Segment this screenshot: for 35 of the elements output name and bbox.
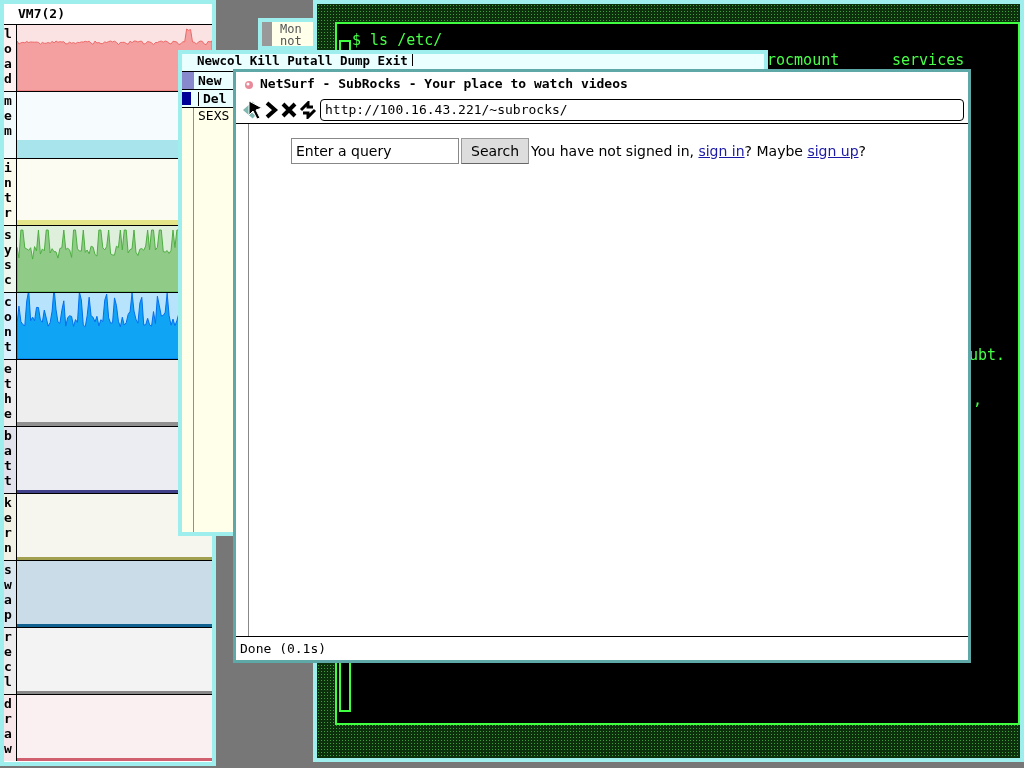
terminal-command: $ ls /etc/ [352, 32, 443, 48]
column-handle[interactable] [182, 72, 194, 89]
column-tag: New [194, 70, 222, 91]
graph-label: mem [4, 93, 13, 138]
graph-label: kern [4, 495, 13, 555]
window-title: VM7(2) [18, 5, 65, 24]
graph-label: load [4, 26, 13, 86]
graph-label: intr [4, 160, 13, 220]
graph-label: batt [4, 428, 13, 488]
search-button[interactable]: Search [461, 138, 530, 164]
sign-up-link[interactable]: sign up [807, 142, 859, 159]
scrollbar[interactable] [262, 22, 272, 46]
terminal-text: , [973, 390, 983, 411]
graph-label: draw [4, 696, 13, 756]
window-title: NetSurf - SubRocks - Your place to watch videos [260, 75, 628, 94]
graph-label: sysc [4, 227, 13, 287]
app-icon [244, 79, 254, 89]
url-field[interactable]: http://100.16.43.221/~subrocks/ [320, 98, 964, 121]
window-tag: Del [199, 88, 227, 109]
window-text: Mon [280, 23, 302, 35]
graph-label: swap [4, 562, 13, 622]
search-field[interactable]: Enter a query [291, 138, 459, 164]
graph-label: cont [4, 294, 13, 354]
reload-button[interactable] [299, 99, 317, 120]
window-handle[interactable] [182, 92, 191, 105]
graph-label: ethe [4, 361, 13, 421]
editor-text: SEXS [197, 108, 230, 125]
sign-in-message: You have not signed in, sign in? Maybe sign up? [531, 141, 866, 161]
status-text: Done (0.1s) [240, 639, 327, 658]
sign-in-link[interactable]: sign in [698, 142, 745, 159]
window-text: not [280, 35, 302, 47]
terminal-text: rocmount [767, 52, 840, 68]
cursor-icon [248, 100, 264, 120]
graph-label: recl [4, 629, 13, 689]
terminal-text: services [892, 52, 965, 68]
